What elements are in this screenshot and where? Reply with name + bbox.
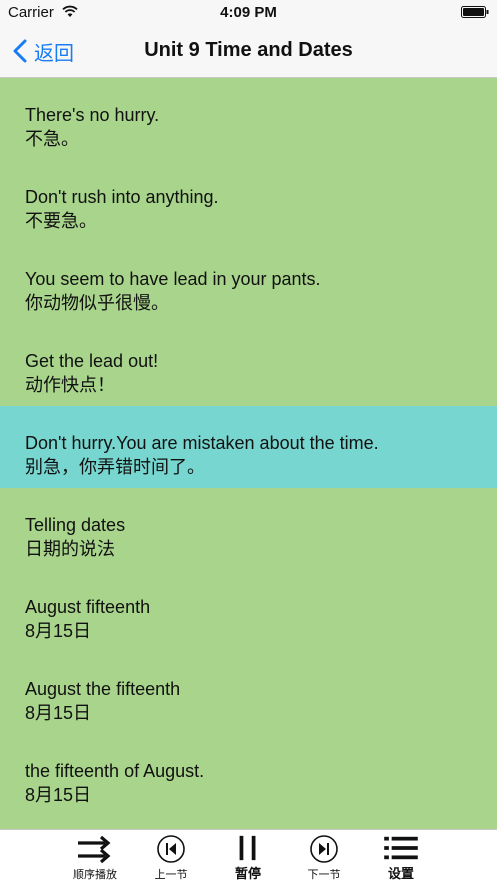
navigation-bar: 返回 Unit 9 Time and Dates [0, 26, 497, 78]
pause-icon [239, 835, 256, 861]
next-track-icon [310, 835, 338, 863]
list-item[interactable]: August fifteenth 8月15日 [0, 570, 497, 652]
phrase-english: There's no hurry. [25, 105, 160, 125]
phrase-chinese: 别急，你弄错时间了。 [25, 457, 205, 477]
list-menu-icon [384, 836, 418, 860]
player-toolbar: 顺序播放 上一节 暂停 下一节 设置 [0, 829, 497, 884]
phrase-chinese: 8月15日 [25, 703, 92, 723]
previous-button[interactable]: 上一节 [131, 834, 211, 882]
phrase-english: August the fifteenth [25, 679, 181, 699]
battery-icon [461, 6, 489, 18]
list-item[interactable]: You seem to have lead in your pants. 你动物… [0, 242, 497, 324]
settings-label: 设置 [387, 866, 414, 881]
list-item[interactable]: Get the lead out! 动作快点！ [0, 324, 497, 406]
settings-button[interactable]: 设置 [361, 834, 441, 882]
phrase-chinese: 动作快点！ [25, 375, 115, 395]
list-item[interactable]: Don't rush into anything. 不要急。 [0, 160, 497, 242]
order-play-button[interactable]: 顺序播放 [55, 834, 135, 882]
pause-button[interactable]: 暂停 [208, 834, 288, 882]
previous-label: 上一节 [154, 869, 188, 881]
page-title: Unit 9 Time and Dates [144, 39, 353, 61]
phrase-chinese: 8月15日 [25, 621, 92, 641]
next-label: 下一节 [307, 869, 341, 881]
list-item[interactable]: There's no hurry. 不急。 [0, 78, 497, 160]
phrase-english: August fifteenth [25, 597, 151, 617]
phrase-chinese: 不要急。 [25, 211, 97, 231]
pause-label: 暂停 [234, 866, 261, 881]
phrase-english: the fifteenth of August. [25, 761, 205, 781]
phrase-chinese: 不急。 [25, 129, 79, 149]
phrase-chinese: 8月15日 [25, 785, 92, 805]
phrase-english: Get the lead out! [25, 351, 159, 371]
phrase-english: Don't rush into anything. [25, 187, 219, 207]
phrase-english: You seem to have lead in your pants. [25, 269, 321, 289]
shuffle-arrows-icon [78, 835, 111, 864]
next-button[interactable]: 下一节 [284, 834, 364, 882]
order-play-label: 顺序播放 [73, 869, 117, 881]
previous-track-icon [157, 835, 185, 863]
phrase-chinese: 你动物似乎很慢。 [25, 293, 169, 313]
phrase-list[interactable]: There's no hurry. 不急。 Don't rush into an… [0, 78, 497, 829]
list-item-current[interactable]: Don't hurry.You are mistaken about the t… [0, 406, 497, 488]
phrase-english: Telling dates [25, 515, 126, 535]
list-item[interactable]: the fifteenth of August. 8月15日 [0, 734, 497, 816]
phrase-english: Don't hurry.You are mistaken about the t… [25, 433, 379, 453]
list-item[interactable]: August the fifteenth 8月15日 [0, 652, 497, 734]
phrase-chinese: 日期的说法 [25, 539, 115, 559]
status-bar: Carrier 4:09 PM [0, 0, 497, 26]
list-item[interactable]: Telling dates 日期的说法 [0, 488, 497, 570]
status-time: 4:09 PM [220, 4, 277, 21]
